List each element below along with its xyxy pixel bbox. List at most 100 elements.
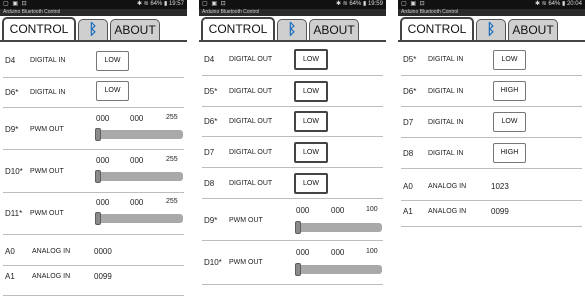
pwm-slider[interactable]	[95, 130, 183, 139]
function-label: PWM OUT	[30, 126, 64, 133]
function-label: PWM OUT	[229, 217, 263, 224]
pwm-min-label: 000	[296, 248, 310, 257]
slider-thumb[interactable]	[295, 263, 301, 276]
analog-row: A0 ANALOG IN 0000	[0, 235, 187, 266]
pwm-slider[interactable]	[295, 265, 382, 274]
screen-1: ▢ ▣ ⊡ ✱ ≋ 64% ▮ 19:57 Arduino Bluetooth …	[0, 0, 187, 300]
function-label: DIGITAL IN	[428, 150, 464, 157]
state-toggle-button[interactable]: LOW	[294, 81, 328, 102]
state-toggle-button[interactable]: LOW	[96, 81, 129, 101]
digital-row: D5* DIGITAL OUT LOW	[199, 76, 386, 107]
app-title: Arduino Bluetooth Control	[0, 9, 187, 16]
pin-label: D8	[403, 149, 414, 158]
pwm-current-value: 000	[331, 206, 345, 215]
pwm-max-label: 255	[166, 114, 178, 121]
digital-row: D4 DIGITAL OUT LOW	[199, 44, 386, 76]
tab-about[interactable]: ABOUT	[508, 19, 558, 40]
pwm-slider[interactable]	[95, 214, 183, 223]
state-toggle-button[interactable]: HIGH	[493, 81, 526, 101]
bluetooth-icon: ᛒ	[287, 21, 297, 38]
pwm-slider[interactable]	[95, 172, 183, 181]
pin-label: D10*	[5, 167, 23, 176]
pwm-row: D9* PWM OUT 000 000 100	[199, 199, 386, 241]
analog-row: A0 ANALOG IN 1023	[398, 169, 585, 201]
tab-control[interactable]: CONTROL	[400, 17, 474, 42]
digital-row: D6* DIGITAL OUT LOW	[199, 107, 386, 137]
slider-thumb[interactable]	[95, 128, 101, 141]
function-label: DIGITAL IN	[30, 89, 66, 96]
row-divider	[202, 284, 383, 285]
function-label: DIGITAL OUT	[229, 56, 273, 63]
status-bar: ▢ ▣ ⊡ ✱ ≋ 64% ▮ 19:57	[0, 0, 187, 9]
state-toggle-button[interactable]: LOW	[294, 49, 328, 70]
state-toggle-button[interactable]: LOW	[294, 111, 328, 132]
function-label: ANALOG IN	[428, 183, 467, 190]
notification-icons: ▢ ▣ ⊡	[401, 1, 426, 7]
function-label: DIGITAL IN	[428, 119, 464, 126]
pin-label: A1	[5, 272, 15, 281]
function-label: ANALOG IN	[32, 248, 71, 255]
pwm-row: D10* PWM OUT 000 000 100	[199, 241, 386, 285]
pin-label: D5*	[204, 87, 218, 96]
state-toggle-button[interactable]: LOW	[96, 51, 129, 71]
pin-label: D6*	[204, 117, 218, 126]
analog-value: 1023	[491, 182, 509, 191]
tab-about[interactable]: ABOUT	[110, 19, 160, 40]
tab-bluetooth[interactable]: ᛒ	[78, 19, 108, 40]
analog-value: 0099	[491, 207, 509, 216]
function-label: ANALOG IN	[428, 208, 467, 215]
pin-label: D6*	[5, 88, 19, 97]
tab-bluetooth[interactable]: ᛒ	[476, 19, 506, 40]
slider-thumb[interactable]	[95, 212, 101, 225]
state-toggle-button[interactable]: LOW	[493, 112, 526, 132]
function-label: DIGITAL OUT	[229, 118, 273, 125]
pin-label: D7	[403, 118, 414, 127]
tab-bar: CONTROL ᛒ ABOUT	[0, 16, 187, 42]
status-right: ✱ ≋ 64% ▮ 20:04	[534, 1, 582, 7]
analog-value: 0099	[94, 272, 112, 281]
digital-row: D6* DIGITAL IN LOW	[0, 78, 187, 108]
slider-thumb[interactable]	[295, 221, 301, 234]
function-label: DIGITAL OUT	[229, 149, 273, 156]
notification-icons: ▢ ▣ ⊡	[202, 1, 227, 7]
pin-label: D11*	[5, 209, 23, 218]
tab-control[interactable]: CONTROL	[2, 17, 76, 42]
state-toggle-button[interactable]: LOW	[294, 173, 328, 194]
function-label: DIGITAL IN	[428, 88, 464, 95]
slider-thumb[interactable]	[95, 170, 101, 183]
pwm-max-label: 255	[166, 156, 178, 163]
status-bar: ▢ ▣ ⊡ ✱ ≋ 64% ▮ 20:04	[398, 0, 585, 9]
pwm-current-value: 000	[130, 156, 144, 165]
app-title: Arduino Bluetooth Control	[398, 9, 585, 16]
state-toggle-button[interactable]: LOW	[493, 50, 526, 70]
analog-row: A1 ANALOG IN 0099	[398, 201, 585, 227]
pin-label: D10*	[204, 258, 222, 267]
pin-label: A0	[403, 182, 413, 191]
tab-bluetooth[interactable]: ᛒ	[277, 19, 307, 40]
row-divider	[401, 226, 582, 227]
pwm-current-value: 000	[130, 198, 144, 207]
pin-label: D9*	[204, 216, 218, 225]
pwm-current-value: 000	[130, 114, 144, 123]
pwm-current-value: 000	[331, 248, 345, 257]
state-toggle-button[interactable]: LOW	[294, 142, 328, 163]
pwm-row: D10* PWM OUT 000 000 255	[0, 150, 187, 193]
state-toggle-button[interactable]: HIGH	[493, 143, 526, 163]
function-label: DIGITAL IN	[30, 57, 66, 64]
status-right: ✱ ≋ 64% ▮ 19:57	[136, 1, 184, 7]
pwm-min-label: 000	[96, 198, 110, 207]
tab-underline	[0, 40, 187, 42]
function-label: PWM OUT	[30, 210, 64, 217]
pin-label: D8	[204, 179, 215, 188]
screen-2: ▢ ▣ ⊡ ✱ ≋ 64% ▮ 19:59 Arduino Bluetooth …	[199, 0, 386, 300]
pin-label: D4	[204, 55, 215, 64]
digital-row: D8 DIGITAL OUT LOW	[199, 168, 386, 199]
tab-control[interactable]: CONTROL	[201, 17, 275, 42]
digital-row: D5* DIGITAL IN LOW	[398, 44, 585, 76]
pwm-slider[interactable]	[295, 223, 382, 232]
function-label: PWM OUT	[229, 259, 263, 266]
pwm-row: D11* PWM OUT 000 000 255	[0, 193, 187, 235]
tab-about[interactable]: ABOUT	[309, 19, 359, 40]
digital-row: D4 DIGITAL IN LOW	[0, 44, 187, 78]
notification-icons: ▢ ▣ ⊡	[3, 1, 28, 7]
